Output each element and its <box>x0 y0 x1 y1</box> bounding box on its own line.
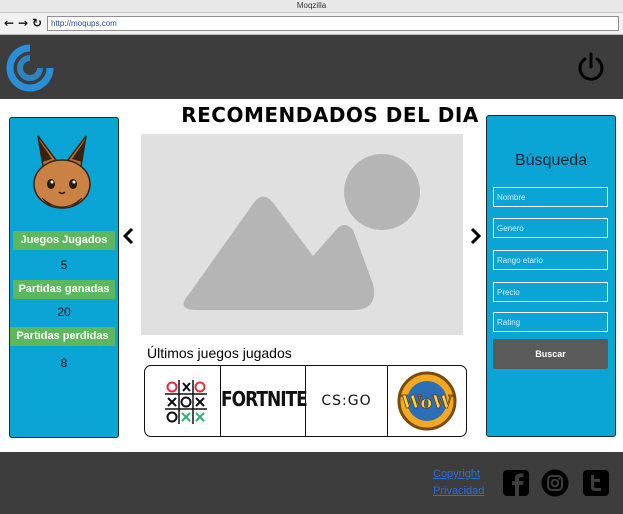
wow-logo-text: WoW <box>401 392 454 413</box>
facebook-icon[interactable] <box>502 469 530 497</box>
stat-value-games-played: 5 <box>60 258 68 272</box>
image-placeholder-icon <box>183 154 420 310</box>
twitter-icon[interactable] <box>582 469 610 497</box>
recent-games-label: Últimos juegos jugados <box>147 345 292 361</box>
back-icon[interactable]: ← <box>3 17 15 30</box>
window-title: Moqzilla <box>0 0 623 13</box>
eevee-avatar-icon <box>33 135 91 209</box>
app-header <box>0 35 623 99</box>
stat-value-matches-won: 20 <box>57 305 71 319</box>
instagram-icon[interactable] <box>541 469 569 497</box>
player-stats-panel: Juegos Jugados 5 Partidas ganadas 20 Par… <box>9 117 119 438</box>
page-footer: Copyright Privacidad <box>0 452 623 514</box>
chevron-left-icon[interactable] <box>122 227 136 245</box>
privacy-link[interactable]: Privacidad <box>433 485 484 497</box>
page-title: RECOMENDADOS DEL DIA <box>181 103 479 127</box>
wow-logo-icon: WoW <box>397 371 457 431</box>
genre-input[interactable] <box>493 218 608 238</box>
age-range-input[interactable] <box>493 250 608 270</box>
game-tile-fortnite[interactable]: FORTNITE <box>221 366 308 436</box>
game-tile-csgo[interactable]: CS:GO <box>306 366 388 436</box>
name-input[interactable] <box>493 187 608 207</box>
chevron-right-icon[interactable] <box>468 227 482 245</box>
copyright-link[interactable]: Copyright <box>433 468 480 480</box>
circular-spinner-logo-icon[interactable] <box>6 44 54 92</box>
fortnite-logo: FORTNITE <box>221 388 308 412</box>
search-panel: Búsqueda Buscar <box>486 115 616 437</box>
power-icon[interactable] <box>576 52 606 82</box>
address-bar[interactable]: http://moqups.com <box>47 16 619 31</box>
forward-icon[interactable]: → <box>17 17 29 30</box>
rating-input[interactable] <box>493 312 608 332</box>
game-tile-wow[interactable]: WoW <box>388 366 466 436</box>
stat-value-matches-lost: 8 <box>60 356 68 370</box>
stat-label-matches-won: Partidas ganadas <box>13 280 115 299</box>
price-input[interactable] <box>493 282 608 302</box>
reload-icon[interactable]: ↻ <box>31 17 43 30</box>
search-title: Búsqueda <box>514 152 588 169</box>
search-button[interactable]: Buscar <box>493 339 608 369</box>
recommended-image-carousel[interactable] <box>141 134 463 335</box>
recent-games-strip: FORTNITE CS:GO WoW <box>144 365 467 437</box>
stat-label-games-played: Juegos Jugados <box>13 231 115 250</box>
browser-navbar: ← → ↻ http://moqups.com <box>0 13 623 35</box>
csgo-logo: CS:GO <box>321 393 372 409</box>
stat-label-matches-lost: Partidas perdidas <box>10 327 115 346</box>
game-tile-tic-tac-toe[interactable] <box>145 366 221 436</box>
tic-tac-toe-icon <box>165 380 207 424</box>
